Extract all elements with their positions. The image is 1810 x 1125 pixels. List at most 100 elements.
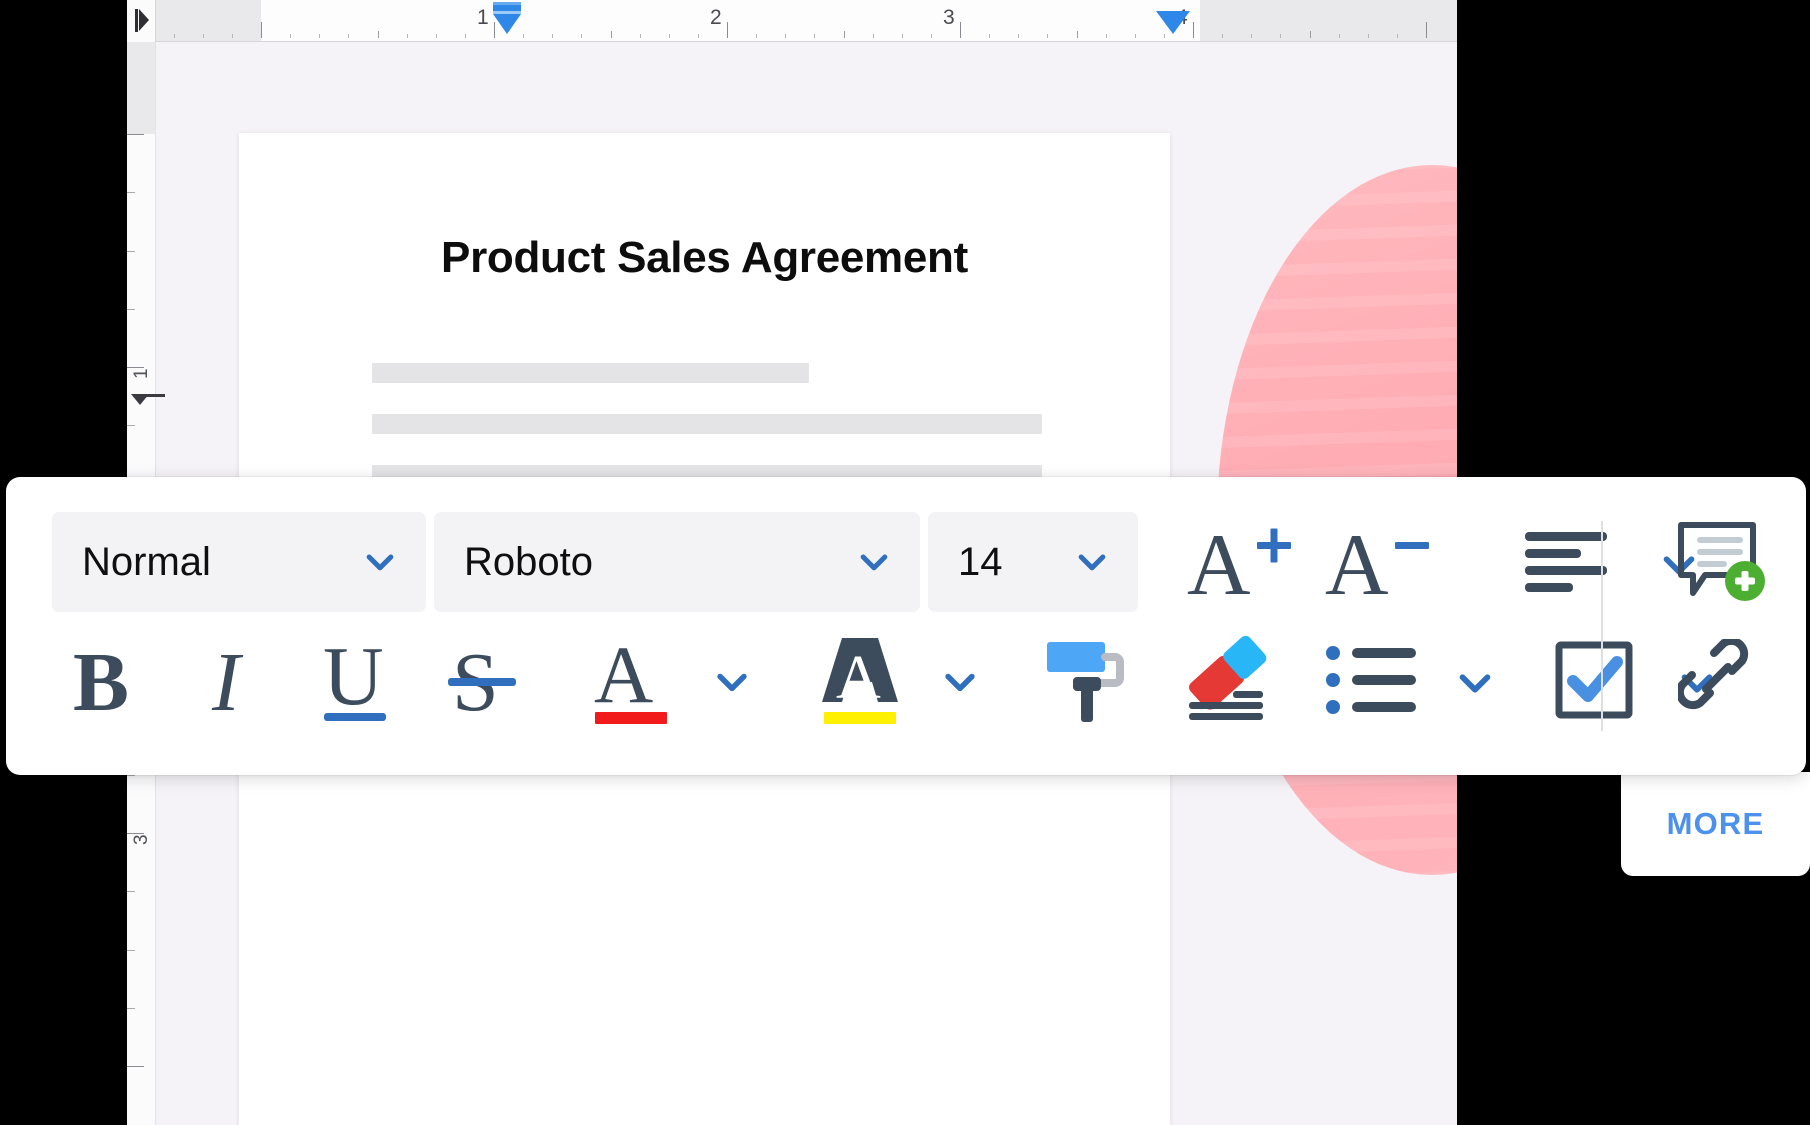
horizontal-ruler[interactable]: 1234 (127, 0, 1457, 42)
checklist-button[interactable] (1538, 630, 1650, 730)
font-increase-icon: A (1187, 518, 1291, 606)
paragraph-style-select[interactable]: Normal (52, 512, 426, 612)
bullet-list-dropdown-button[interactable] (1434, 630, 1510, 730)
ruler-tick (407, 34, 408, 38)
align-button[interactable] (1506, 512, 1626, 612)
format-painter-button[interactable] (1030, 630, 1142, 730)
ruler-tick (1135, 34, 1136, 38)
ruler-tick (1339, 34, 1340, 38)
underline-button[interactable]: U (304, 630, 408, 730)
vertical-ruler-tick (127, 251, 135, 252)
underline-icon: U (323, 634, 386, 723)
ruler-tick (698, 34, 699, 38)
font-family-select[interactable]: Roboto (434, 512, 920, 612)
chevron-down-icon (1072, 542, 1112, 582)
ruler-tick (436, 34, 437, 38)
bullet-list-icon (1326, 646, 1416, 714)
page-title: Product Sales Agreement (441, 233, 968, 282)
ruler-tick (261, 22, 262, 38)
ruler-number: 3 (943, 6, 955, 29)
ruler-tick (1368, 34, 1369, 38)
add-comment-button[interactable] (1656, 507, 1786, 617)
vertical-ruler-tick (127, 1066, 144, 1067)
highlight-icon: A (822, 638, 898, 724)
checkbox-icon (1555, 641, 1633, 719)
ruler-tick (319, 34, 320, 38)
ruler-tick (378, 31, 379, 38)
right-indent-marker[interactable] (1156, 11, 1190, 34)
ruler-tick (1310, 31, 1311, 38)
clear-formatting-button[interactable] (1168, 630, 1286, 730)
ruler-tick (581, 34, 582, 38)
svg-text:U: U (323, 634, 384, 723)
ruler-tick (232, 34, 233, 38)
ruler-tick (640, 34, 641, 38)
ruler-tick (203, 34, 204, 38)
link-icon (1678, 639, 1749, 710)
vertical-ruler-tick (127, 775, 135, 776)
toolbar-divider (1601, 521, 1603, 731)
font-size-select[interactable]: 14 (928, 512, 1138, 612)
text-color-dropdown-button[interactable] (692, 630, 768, 730)
ruler-number: 2 (710, 6, 722, 29)
bullet-list-button[interactable] (1316, 630, 1428, 730)
italic-icon: I (211, 638, 244, 722)
ruler-baseline (127, 41, 1457, 42)
svg-text:A: A (836, 644, 881, 712)
ruler-tick (290, 34, 291, 38)
highlight-dropdown-button[interactable] (920, 630, 996, 730)
font-decrease-icon: A (1325, 518, 1429, 606)
chevron-down-icon (360, 542, 400, 582)
insert-link-button[interactable] (1656, 627, 1786, 737)
more-tab-button[interactable]: MORE (1621, 772, 1810, 876)
svg-text:A: A (1325, 518, 1389, 606)
highlight-color-button[interactable]: A (804, 630, 916, 730)
ruler-number: 1 (477, 6, 489, 29)
chevron-down-icon (854, 542, 894, 582)
first-line-indent-marker[interactable] (493, 2, 521, 14)
vertical-ruler-tick (127, 309, 135, 310)
toolbar-row-primary: Normal Roboto 14 A A (52, 507, 1760, 617)
ruler-tick (902, 34, 903, 38)
svg-text:I: I (211, 638, 244, 722)
more-tab-label: MORE (1666, 806, 1765, 841)
font-family-value: Roboto (464, 539, 593, 584)
vertical-ruler-tick (127, 192, 135, 193)
toolbar-row-secondary: B I U S (52, 625, 1760, 735)
indent-icon-bar (135, 9, 138, 32)
ruler-tick (348, 34, 349, 38)
italic-button[interactable]: I (178, 630, 282, 730)
paragraph-indent-icon[interactable] (127, 0, 156, 42)
ruler-tick (873, 34, 874, 38)
ruler-tick (1222, 34, 1223, 38)
ruler-tick (931, 34, 932, 38)
ruler-tick (552, 34, 553, 38)
left-indent-marker[interactable] (493, 14, 521, 34)
text-color-icon: A (594, 632, 667, 724)
vertical-ruler-tick (127, 134, 144, 135)
ruler-tick (1251, 34, 1252, 38)
ruler-tick (1193, 22, 1194, 38)
ruler-tick (1397, 34, 1398, 38)
ruler-tick (1164, 34, 1165, 38)
ruler-tick (1018, 34, 1019, 38)
ruler-tick (989, 34, 990, 38)
ruler-tick (1077, 31, 1078, 38)
vertical-ruler-number: 1 (131, 368, 152, 379)
ruler-tick (756, 34, 757, 38)
bold-button[interactable]: B (52, 630, 156, 730)
vertical-ruler-tick (127, 425, 135, 426)
ruler-tick (1426, 22, 1427, 38)
text-color-button[interactable]: A (576, 630, 688, 730)
comment-add-icon (1678, 522, 1765, 601)
bold-icon: B (73, 638, 129, 722)
vertical-ruler-tick (127, 1008, 135, 1009)
ruler-tick (814, 34, 815, 38)
increase-font-size-button[interactable]: A (1178, 512, 1308, 612)
svg-text:B: B (73, 638, 129, 722)
strikethrough-button[interactable]: S (430, 630, 534, 730)
ruler-tick (1280, 34, 1281, 38)
decrease-font-size-button[interactable]: A (1316, 512, 1446, 612)
indent-icon-triangle (139, 9, 149, 31)
svg-text:A: A (594, 632, 653, 720)
